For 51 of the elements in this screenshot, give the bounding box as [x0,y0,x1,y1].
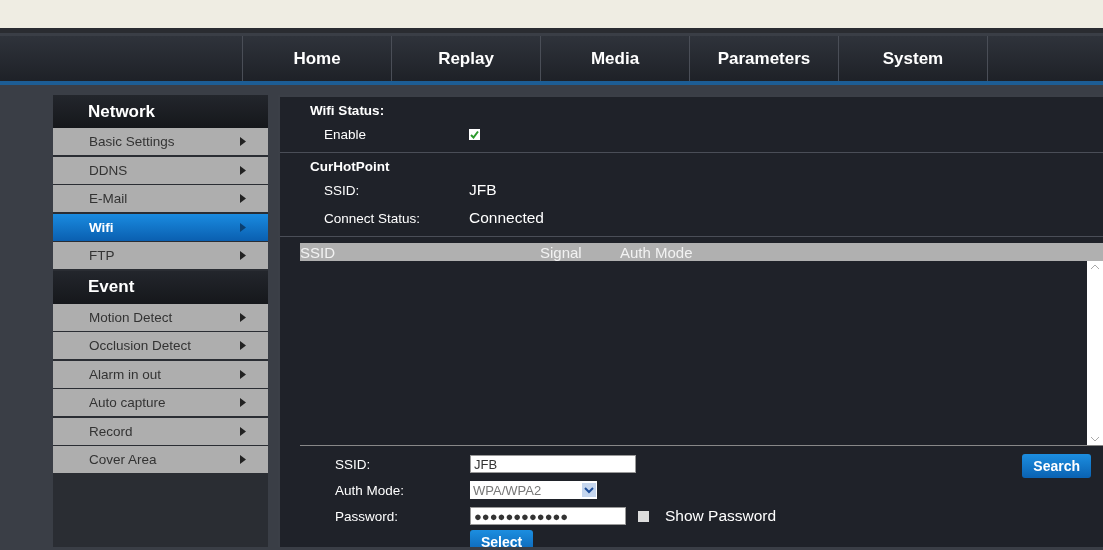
arrow-icon [240,251,246,260]
arrow-icon [240,165,246,175]
enable-checkbox[interactable] [469,128,480,140]
nav-tab[interactable]: Parameters [689,36,838,81]
sidebar-item[interactable]: Motion Detect [53,303,268,331]
arrow-icon [240,312,246,322]
sidebar-item[interactable]: E-Mail [53,185,268,212]
column-header: Auth Mode [620,243,694,261]
sidebar-item[interactable]: Basic Settings [53,128,268,155]
arrow-icon [240,398,246,407]
password-input[interactable]: ●●●●●●●●●●●● [470,507,626,525]
field-label: SSID: [324,182,361,198]
checkbox-label: Show Password [665,507,777,525]
select-button[interactable]: Select [470,530,534,547]
field-label: SSID: [335,456,372,472]
sidebar-item[interactable]: Cover Area [53,446,268,473]
nav-tab[interactable]: Home [242,36,391,81]
field-value: Connected [469,209,544,227]
arrow-icon [240,426,246,436]
auth-mode-select[interactable]: WPA/WPA2 [470,481,597,499]
show-password-checkbox[interactable] [638,510,649,522]
field-value: JFB [469,181,497,199]
sidebar-item[interactable]: Auto capture [53,389,268,416]
sidebar-section-header: Event [53,270,268,304]
arrow-icon [240,369,246,379]
nav-tab[interactable]: Media [540,36,689,81]
arrow-icon [240,194,246,203]
nav-tab[interactable]: Replay [391,36,540,81]
sidebar-item[interactable]: Wifi [53,213,268,241]
field-label: Auth Mode: [335,482,406,498]
arrow-icon [240,341,246,350]
field-label: Enable [324,126,368,142]
section-title: Wifi Status: [310,103,386,118]
section-title: CurHotPoint [310,159,391,174]
arrow-icon [240,137,246,146]
sidebar-item[interactable]: Alarm in out [53,360,268,388]
search-button[interactable]: Search [1022,454,1091,478]
sidebar-item[interactable]: DDNS [53,156,268,184]
sidebar-item[interactable]: FTP [53,242,268,269]
column-header: SSID [300,243,336,261]
column-header: Signal [540,243,583,261]
field-label: Password: [335,508,400,524]
arrow-icon [240,222,246,232]
nav-tab[interactable]: System [838,36,988,81]
sidebar-section-header: Network [53,95,268,128]
sidebar-item[interactable]: Record [53,417,268,445]
ssid-input[interactable]: JFB [470,455,636,473]
field-label: Connect Status: [324,210,422,226]
sidebar-item[interactable]: Occlusion Detect [53,332,268,359]
dropdown-caret-icon[interactable] [582,483,596,497]
arrow-icon [240,455,246,464]
